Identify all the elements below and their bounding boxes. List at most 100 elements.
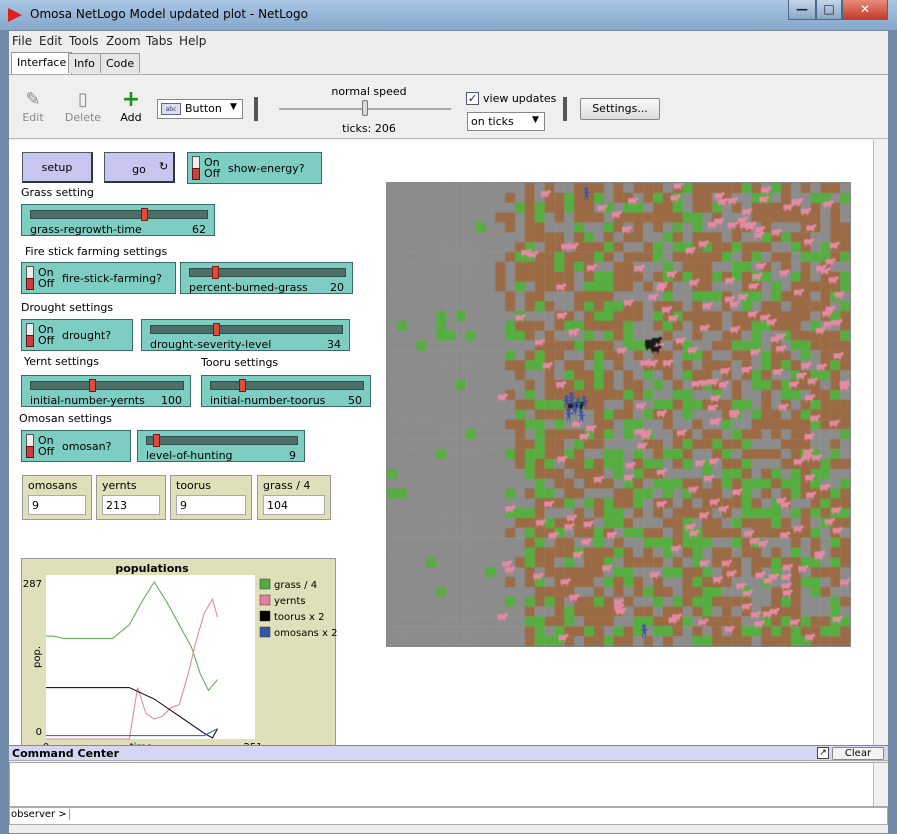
trash-icon: ▯ <box>78 89 88 110</box>
speed-label: normal speed <box>331 85 407 98</box>
legend-swatch <box>259 626 271 638</box>
close-button[interactable]: ✕ <box>842 0 888 20</box>
legend-swatch <box>259 578 271 590</box>
slider-thumb[interactable] <box>88 379 96 392</box>
slider-thumb[interactable] <box>211 266 219 279</box>
slider-thumb[interactable] <box>213 323 221 336</box>
grass-monitor: grass / 4 104 <box>257 475 331 520</box>
menu-file[interactable]: File <box>12 34 32 48</box>
monitor-label: toorus <box>176 479 211 492</box>
menu-zoom[interactable]: Zoom <box>106 34 141 48</box>
add-button[interactable]: + Add <box>111 89 151 125</box>
command-input[interactable] <box>68 809 868 823</box>
menu-help[interactable]: Help <box>179 34 206 48</box>
menu-edit[interactable]: Edit <box>39 34 62 48</box>
switch-name: omosan? <box>62 440 112 453</box>
widget-type-value: Button <box>185 102 222 115</box>
slider-thumb[interactable] <box>141 208 149 221</box>
monitor-value-box: 9 <box>176 495 246 515</box>
slider-track <box>146 436 298 445</box>
window-title-bar[interactable]: Omosa NetLogo Model updated plot - NetLo… <box>0 0 897 30</box>
world-view[interactable] <box>386 182 851 647</box>
slider-track <box>150 325 343 334</box>
slider-name: grass-regrowth-time <box>30 223 142 236</box>
plot-legend: grass / 4 yernts toorus x 2 omosans x 2 <box>259 578 337 639</box>
switch-off-label: Off <box>204 167 221 180</box>
slider-name: drought-severity-level <box>150 338 272 351</box>
toolbar: ✎ Edit ▯ Delete + Add abc Button ▼ norma… <box>9 74 888 139</box>
slider-value: 34 <box>327 338 341 351</box>
fire-stick-farming-switch[interactable]: On Off fire-stick-farming? <box>21 262 176 294</box>
menu-tools[interactable]: Tools <box>69 34 99 48</box>
pencil-icon: ✎ <box>25 89 41 110</box>
drought-severity-slider[interactable]: drought-severity-level 34 <box>141 319 350 351</box>
agent-selector[interactable]: observer > <box>11 809 70 820</box>
clear-button[interactable]: Clear <box>832 747 884 760</box>
omosan-settings-label: Omosan settings <box>19 412 112 425</box>
view-updates-checkbox[interactable]: ✓ <box>466 92 479 105</box>
tab-code[interactable]: Code <box>100 53 141 73</box>
forever-icon: ↻ <box>159 160 169 173</box>
minimize-button[interactable]: — <box>788 0 816 20</box>
chevron-down-icon: ▼ <box>532 115 539 125</box>
monitor-value-box: 9 <box>28 495 86 515</box>
monitor-value: 213 <box>106 499 127 512</box>
expand-icon[interactable]: ↗ <box>817 747 829 759</box>
yernt-settings-label: Yernt settings <box>24 355 100 368</box>
monitor-value-box: 104 <box>263 495 325 515</box>
level-of-hunting-slider[interactable]: level-of-hunting 9 <box>137 430 305 462</box>
drought-settings-label: Drought settings <box>21 301 114 314</box>
tab-info[interactable]: Info <box>68 53 101 73</box>
switch-off-label: Off <box>38 277 55 290</box>
update-mode-select[interactable]: on ticks ▼ <box>467 112 545 131</box>
netlogo-icon <box>8 8 22 22</box>
slider-thumb[interactable] <box>153 434 161 447</box>
delete-button[interactable]: ▯ Delete <box>63 89 103 124</box>
monitor-value: 9 <box>180 499 187 512</box>
setup-button[interactable]: setup <box>22 152 93 183</box>
command-center-scrollbar[interactable] <box>873 763 888 806</box>
show-energy-switch[interactable]: On Off show-energy? <box>187 152 322 184</box>
toolbar-separator <box>563 97 567 121</box>
switch-name: drought? <box>62 329 112 342</box>
grass-regrowth-slider[interactable]: grass-regrowth-time 62 <box>21 204 215 236</box>
monitor-label: omosans <box>28 479 78 492</box>
legend-label: yernts <box>274 596 305 607</box>
command-center-output[interactable] <box>9 762 888 807</box>
slider-value: 100 <box>161 394 182 407</box>
plot-canvas <box>46 575 255 739</box>
interface-scrollbar[interactable] <box>873 140 888 745</box>
edit-label: Edit <box>22 111 44 124</box>
slider-name: initial-number-toorus <box>210 394 326 407</box>
switch-knob <box>26 446 34 458</box>
toorus-monitor: toorus 9 <box>170 475 252 520</box>
add-label: Add <box>120 111 142 124</box>
maximize-button[interactable]: □ <box>816 0 842 20</box>
drought-switch[interactable]: On Off drought? <box>21 319 133 351</box>
switch-knob <box>192 168 200 180</box>
switch-off-label: Off <box>38 334 55 347</box>
slider-thumb[interactable] <box>239 379 247 392</box>
tab-interface[interactable]: Interface <box>11 52 73 74</box>
settings-button[interactable]: Settings... <box>580 98 660 120</box>
populations-plot: populations 287 0 0 time 251 pop. grass … <box>21 558 337 754</box>
interface-panel: setup go ↻ On Off show-energy? Grass set… <box>9 140 888 754</box>
fire-settings-label: Fire stick farming settings <box>25 245 168 258</box>
speed-slider-thumb[interactable] <box>362 100 368 116</box>
initial-yernts-slider[interactable]: initial-number-yernts 100 <box>21 375 191 407</box>
percent-burned-slider[interactable]: percent-burned-grass 20 <box>180 262 353 294</box>
edit-button[interactable]: ✎ Edit <box>13 89 53 124</box>
omosan-switch[interactable]: On Off omosan? <box>21 430 131 462</box>
omosans-monitor: omosans 9 <box>22 475 92 520</box>
slider-name: percent-burned-grass <box>189 281 308 294</box>
initial-toorus-slider[interactable]: initial-number-toorus 50 <box>201 375 371 407</box>
menu-tabs[interactable]: Tabs <box>146 34 173 48</box>
go-button[interactable]: go ↻ <box>104 152 175 183</box>
slider-track <box>30 381 184 390</box>
view-updates-label: view updates <box>483 92 557 105</box>
switch-knob <box>26 335 34 347</box>
slider-track <box>210 381 364 390</box>
slider-name: initial-number-yernts <box>30 394 145 407</box>
widget-type-select[interactable]: abc Button ▼ <box>157 99 243 119</box>
yernts-monitor: yernts 213 <box>96 475 166 520</box>
